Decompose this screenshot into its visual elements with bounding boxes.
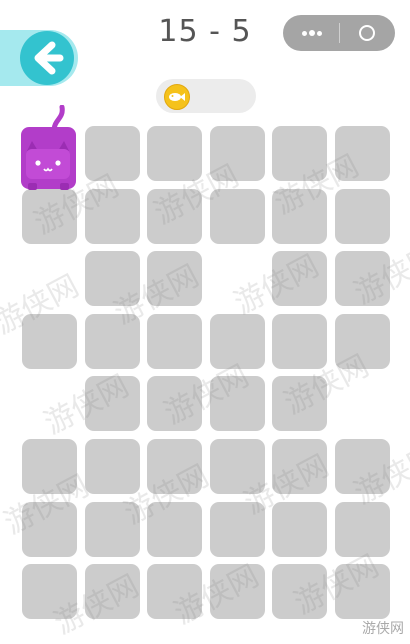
board-tile[interactable] [272,564,327,619]
purple-cat-icon [21,104,76,190]
board-tile[interactable] [210,439,265,494]
board-tile[interactable] [335,564,390,619]
board-tile[interactable] [210,376,265,431]
board-tile[interactable] [335,314,390,369]
board-tile[interactable] [85,314,140,369]
board-tile[interactable] [210,314,265,369]
watermark-corner: 游侠网 [362,621,404,637]
board-tile[interactable] [22,189,77,244]
board-tile[interactable] [147,502,202,557]
board-tile[interactable] [147,376,202,431]
board-tile[interactable] [85,502,140,557]
board-tile[interactable] [85,251,140,306]
game-board [0,0,410,644]
board-tile[interactable] [22,314,77,369]
board-tile[interactable] [85,564,140,619]
board-tile[interactable] [85,126,140,181]
board-tile[interactable] [335,126,390,181]
board-tile[interactable] [85,376,140,431]
board-tile[interactable] [147,564,202,619]
board-tile[interactable] [85,189,140,244]
board-tile[interactable] [272,251,327,306]
board-tile[interactable] [147,251,202,306]
player-cat[interactable] [20,104,78,190]
board-tile[interactable] [272,439,327,494]
board-tile[interactable] [210,502,265,557]
board-tile[interactable] [85,439,140,494]
board-tile[interactable] [335,189,390,244]
board-tile[interactable] [147,439,202,494]
board-tile[interactable] [272,376,327,431]
board-tile[interactable] [210,564,265,619]
board-tile[interactable] [272,126,327,181]
board-tile[interactable] [147,189,202,244]
board-tile[interactable] [335,251,390,306]
board-tile[interactable] [22,564,77,619]
board-tile[interactable] [210,189,265,244]
board-tile[interactable] [335,439,390,494]
board-tile[interactable] [22,502,77,557]
board-tile[interactable] [335,502,390,557]
board-tile[interactable] [147,314,202,369]
board-tile[interactable] [272,314,327,369]
board-tile[interactable] [147,126,202,181]
board-tile[interactable] [272,189,327,244]
board-tile[interactable] [210,126,265,181]
board-tile[interactable] [272,502,327,557]
board-tile[interactable] [22,439,77,494]
